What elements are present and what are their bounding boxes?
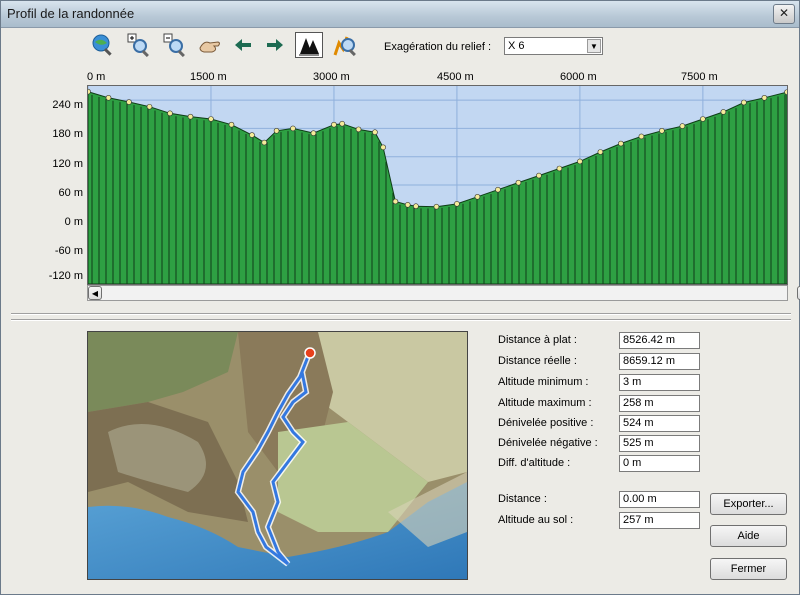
relief-exaggeration-value: X 6: [508, 40, 525, 52]
elevation-point[interactable]: [88, 88, 91, 95]
elevation-point[interactable]: [167, 110, 173, 117]
x-tick-label: 7500 m: [681, 71, 718, 83]
trail-map[interactable]: [87, 331, 468, 580]
x-tick-label: 6000 m: [560, 71, 597, 83]
globe-zoom-icon[interactable]: [89, 32, 117, 58]
elevation-point[interactable]: [404, 202, 411, 208]
export-button[interactable]: Exporter...: [710, 493, 787, 515]
elevation-point[interactable]: [413, 203, 419, 210]
elevation-point[interactable]: [261, 139, 268, 146]
back-arrow-icon[interactable]: [229, 32, 257, 58]
stat-value-negative-gain: 525 m: [619, 435, 700, 452]
title-bar: Profil de la randonnée ✕: [1, 1, 799, 28]
help-button[interactable]: Aide: [710, 525, 787, 547]
elevation-point[interactable]: [741, 99, 747, 106]
elevation-point[interactable]: [331, 121, 337, 128]
elevation-point[interactable]: [273, 127, 280, 134]
elevation-point[interactable]: [290, 125, 296, 132]
relief-exaggeration-select[interactable]: X 6 ▼: [504, 37, 603, 55]
stat-label-negative-gain: Dénivelée négative :: [498, 437, 598, 449]
stat-value-real-distance: 8659.12 m: [619, 353, 700, 370]
elevation-point[interactable]: [355, 126, 362, 133]
ground-altitude-value: 257 m: [619, 512, 700, 529]
cursor-distance-label: Distance :: [498, 493, 547, 505]
elevation-point[interactable]: [784, 89, 788, 95]
x-tick-label: 1500 m: [190, 71, 227, 83]
elevation-point[interactable]: [474, 193, 481, 200]
profile-window: Profil de la randonnée ✕ Exagération du …: [0, 0, 800, 595]
x-tick-label: 0 m: [87, 71, 106, 83]
elevation-point[interactable]: [105, 94, 112, 101]
stat-label-positive-gain: Dénivelée positive :: [498, 417, 594, 429]
stat-label-flat-distance: Distance à plat :: [498, 334, 577, 346]
elevation-profile-chart[interactable]: [87, 85, 788, 285]
elevation-point[interactable]: [372, 129, 378, 136]
stat-value-positive-gain: 524 m: [619, 415, 700, 432]
elevation-point[interactable]: [126, 99, 132, 105]
elevation-point[interactable]: [380, 144, 386, 151]
stat-label-altitude-diff: Diff. d'altitude :: [498, 457, 571, 469]
elevation-point[interactable]: [495, 186, 501, 193]
forward-arrow-icon[interactable]: [261, 32, 289, 58]
elevation-point[interactable]: [700, 116, 706, 122]
y-tick-label: 0 m: [64, 216, 83, 228]
y-tick-label: 60 m: [58, 187, 83, 199]
close-window-button[interactable]: ✕: [773, 4, 795, 24]
elevation-point[interactable]: [339, 120, 345, 127]
elevation-point[interactable]: [187, 113, 194, 120]
elevation-point[interactable]: [679, 123, 686, 129]
zoom-out-icon[interactable]: [161, 32, 189, 58]
relief-exaggeration-label: Exagération du relief :: [384, 41, 492, 53]
elevation-point[interactable]: [515, 179, 522, 186]
profile-horizontal-scrollbar[interactable]: ◀ ▶: [87, 285, 800, 301]
elevation-point[interactable]: [310, 130, 317, 136]
x-tick-label: 4500 m: [437, 71, 474, 83]
stat-value-flat-distance: 8526.42 m: [619, 332, 700, 349]
elevation-point[interactable]: [720, 109, 727, 115]
window-title: Profil de la randonnée: [7, 6, 135, 21]
elevation-point[interactable]: [556, 165, 563, 172]
elevation-point[interactable]: [208, 116, 214, 122]
elevation-point[interactable]: [659, 127, 665, 134]
close-button[interactable]: Fermer: [710, 558, 787, 580]
y-tick-label: 120 m: [52, 158, 83, 170]
divider: [11, 319, 791, 321]
stat-label-real-distance: Distance réelle :: [498, 355, 577, 367]
x-tick-label: 3000 m: [313, 71, 350, 83]
trail-start-marker[interactable]: [304, 347, 316, 359]
elevation-point[interactable]: [249, 132, 255, 138]
y-tick-label: 180 m: [52, 128, 83, 140]
y-tick-label: -60 m: [54, 245, 83, 257]
elevation-point[interactable]: [638, 133, 645, 140]
topographic-map-image: [88, 332, 467, 579]
zoom-in-icon[interactable]: [125, 32, 153, 58]
elevation-point[interactable]: [433, 203, 440, 210]
elevation-point[interactable]: [146, 103, 153, 110]
scroll-left-icon[interactable]: ◀: [88, 286, 102, 300]
route-zoom-icon[interactable]: [331, 32, 359, 58]
elevation-point[interactable]: [597, 149, 604, 155]
stat-value-max-altitude: 258 m: [619, 395, 700, 412]
chevron-down-icon[interactable]: ▼: [587, 39, 601, 53]
elevation-point[interactable]: [577, 158, 583, 165]
y-tick-label: -120 m: [48, 270, 83, 282]
divider: [11, 313, 791, 315]
elevation-point[interactable]: [228, 121, 235, 128]
elevation-point[interactable]: [392, 198, 399, 205]
elevation-point[interactable]: [536, 172, 542, 179]
elevation-profile-svg: [88, 86, 787, 284]
stat-value-altitude-diff: 0 m: [619, 455, 700, 472]
stat-label-min-altitude: Altitude minimum :: [498, 376, 589, 388]
stat-label-max-altitude: Altitude maximum :: [498, 397, 592, 409]
stat-value-min-altitude: 3 m: [619, 374, 700, 391]
elevation-point[interactable]: [454, 201, 460, 207]
elevation-point[interactable]: [618, 140, 624, 147]
pan-hand-icon[interactable]: [196, 32, 224, 58]
ground-altitude-label: Altitude au sol :: [498, 514, 574, 526]
elevation-point[interactable]: [761, 94, 768, 101]
cursor-distance-value: 0.00 m: [619, 491, 700, 508]
trees-terrain-icon[interactable]: [295, 32, 323, 58]
y-tick-label: 240 m: [52, 99, 83, 111]
